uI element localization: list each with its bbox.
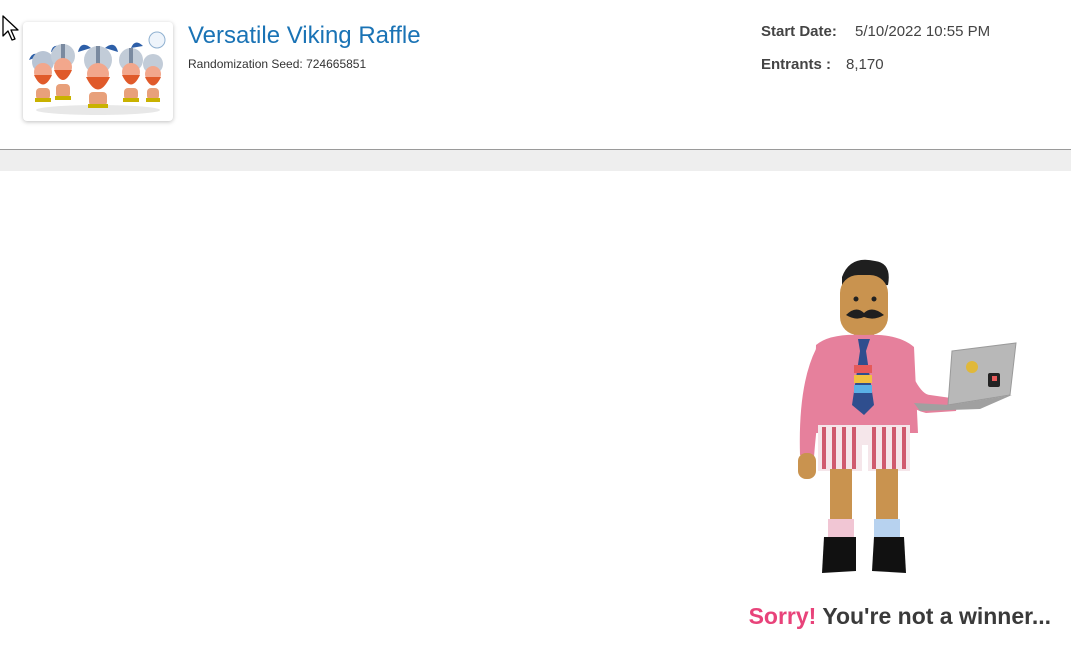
not-winner-text: You're not a winner...: [822, 603, 1051, 629]
mouse-cursor-icon: [2, 15, 19, 41]
sorry-text: Sorry!: [748, 603, 817, 629]
raffle-thumbnail: [23, 22, 173, 121]
raffle-title: Versatile Viking Raffle: [188, 22, 421, 49]
result-message: Sorry! You're not a winner...: [749, 603, 1051, 630]
viking-raffle-thumbnail: [29, 31, 166, 115]
start-date-label: Start Date:: [761, 23, 837, 40]
randomization-seed: Randomization Seed: 724665851: [188, 57, 367, 71]
man-with-laptop-illustration: [798, 259, 1017, 573]
grey-band: [0, 150, 1071, 171]
entrants-label: Entrants :: [761, 56, 832, 73]
raffle-header: Versatile Viking Raffle Randomization Se…: [0, 0, 1071, 149]
start-date-value: 5/10/2022 10:55 PM: [855, 23, 991, 40]
entrants-value: 8,170: [846, 56, 884, 73]
